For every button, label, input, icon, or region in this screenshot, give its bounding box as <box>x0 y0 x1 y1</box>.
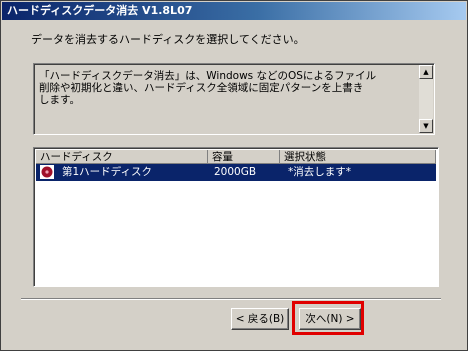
scroll-down-arrow-icon[interactable]: ▼ <box>419 119 433 133</box>
disk-capacity: 2000GB <box>214 166 257 178</box>
description-text: 「ハードディスクデータ消去」は、Windows などのOSによるファイル 削除や… <box>39 70 377 106</box>
list-header: ハードディスク 容量 選択状態 <box>36 150 436 164</box>
divider <box>21 298 441 300</box>
description-scrollbar[interactable]: ▲ ▼ <box>419 65 433 133</box>
table-row[interactable]: 第1ハードディスク 2000GB *消去します* <box>36 164 436 181</box>
back-button[interactable]: < 戻る(B) <box>231 308 289 330</box>
scroll-up-arrow-icon[interactable]: ▲ <box>419 65 433 79</box>
window-title: ハードディスクデータ消去 V1.8L07 <box>2 2 466 20</box>
instruction-text: データを消去するハードディスクを選択してください。 <box>31 33 305 46</box>
disk-list[interactable]: ハードディスク 容量 選択状態 第1ハードディスク 2000GB *消去します* <box>33 147 439 287</box>
description-box: 「ハードディスクデータ消去」は、Windows などのOSによるファイル 削除や… <box>33 63 435 135</box>
disk-status: *消去します* <box>288 166 351 178</box>
hard-disk-icon <box>40 165 54 179</box>
disk-name: 第1ハードディスク <box>62 166 152 178</box>
next-button-highlight <box>292 301 364 335</box>
column-header-capacity[interactable]: 容量 <box>208 150 280 164</box>
column-header-status[interactable]: 選択状態 <box>280 150 436 164</box>
wizard-window: ハードディスクデータ消去 V1.8L07 データを消去するハードディスクを選択し… <box>0 0 468 351</box>
column-header-disk[interactable]: ハードディスク <box>36 150 208 164</box>
